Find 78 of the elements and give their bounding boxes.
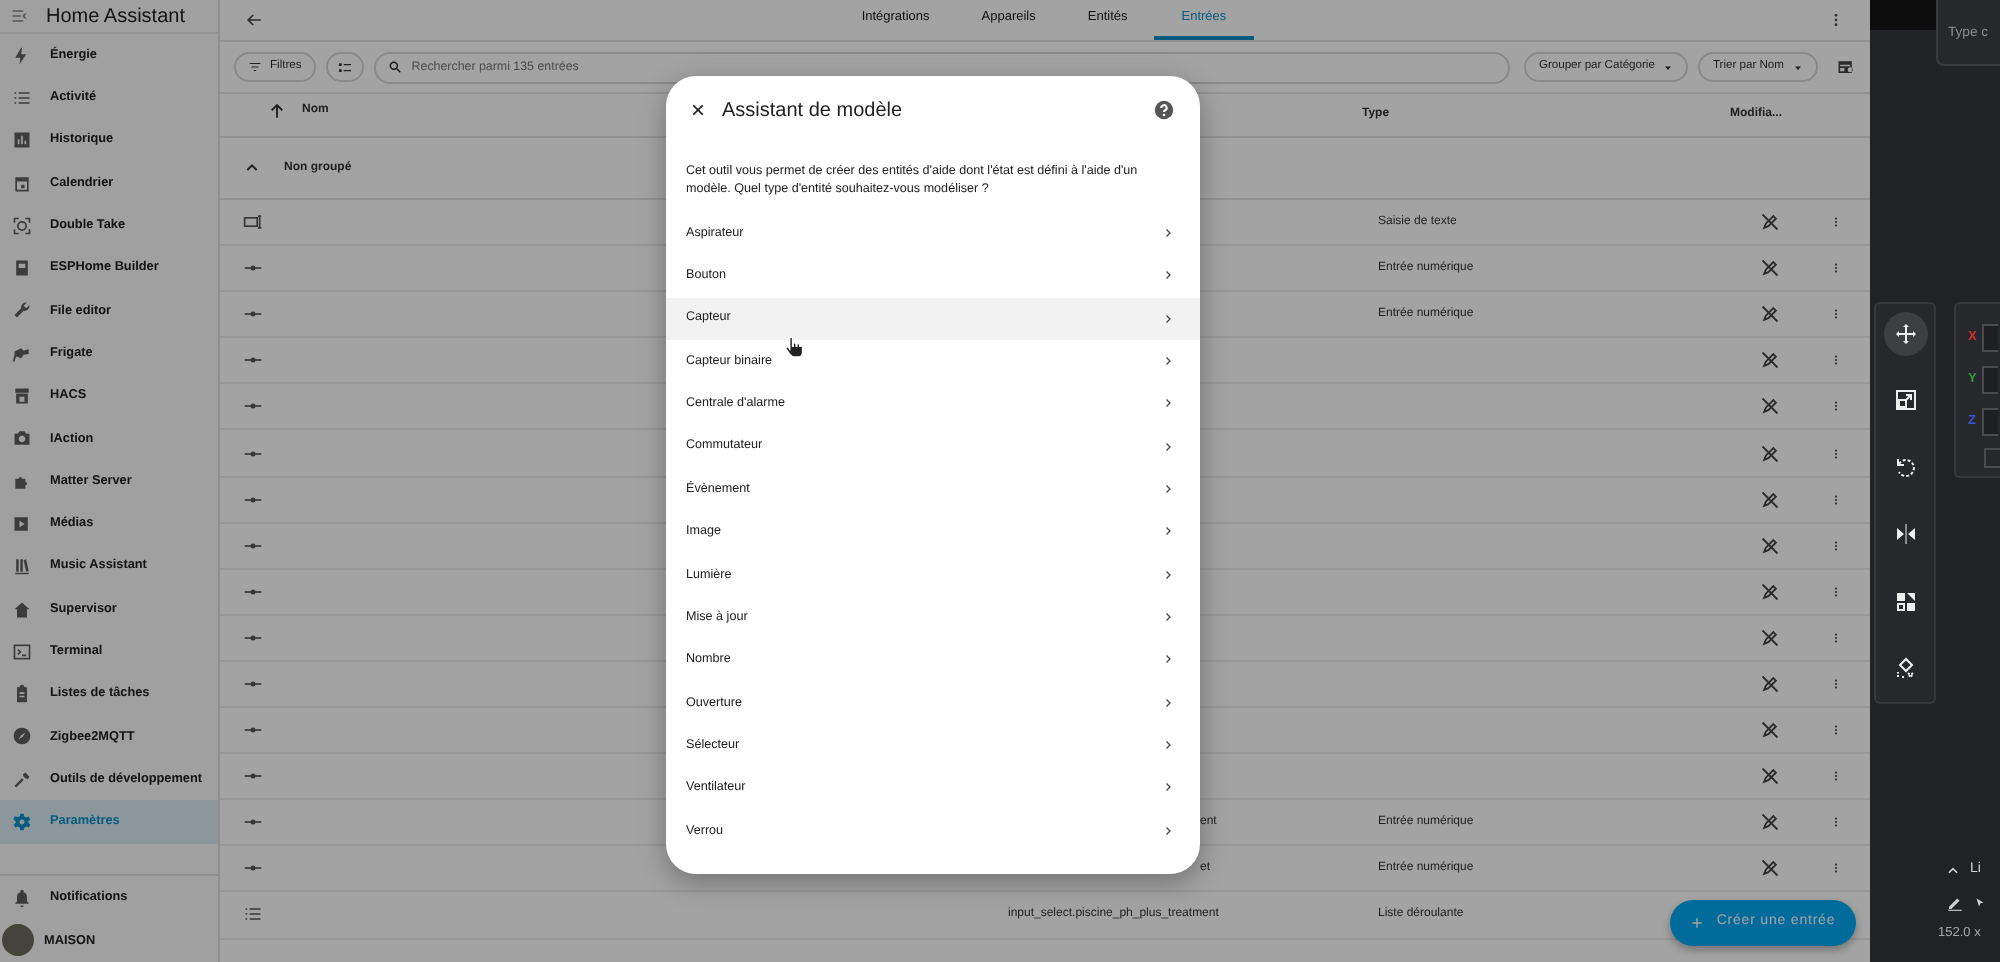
search-icon [387,60,402,74]
help-icon[interactable] [1154,100,1174,120]
close-icon[interactable] [690,102,706,118]
bell-icon [12,888,32,909]
chip-icon [12,258,32,279]
hand-cursor-icon [784,336,804,359]
house-icon [12,599,32,619]
table-settings-icon[interactable] [1836,57,1856,77]
chevron-right-icon [1162,695,1174,710]
pencil-off-icon [1760,858,1780,879]
chevron-right-icon [1162,396,1174,411]
puzzle-icon [12,471,32,492]
menu-icon[interactable] [10,6,30,26]
resize-icon [1893,388,1917,413]
mirror-icon [1893,522,1917,547]
library-icon [12,556,32,577]
chevron-right-icon [1162,354,1174,369]
title-bar [1870,0,1936,30]
lightning-icon [12,45,32,66]
caret-icon [1662,61,1675,73]
list-icon [12,87,32,108]
pencil-off-icon [1760,766,1780,787]
chart-icon [12,130,32,151]
terminal-icon [12,641,32,662]
calendar-icon [12,173,32,194]
selection-mode-icon[interactable] [335,59,354,75]
pencil-off-icon [1760,304,1780,325]
hammer-icon [12,769,32,790]
chevron-right-icon [1162,652,1174,667]
pencil-off-icon [1760,212,1780,233]
wrench-icon [12,300,32,321]
grid-icon [1893,589,1917,614]
pencil-off-icon [1760,350,1780,371]
pencil-off-icon [1760,673,1780,694]
pointer-icon[interactable] [1974,893,1986,911]
chevron-right-icon [1162,268,1174,283]
store-icon [12,386,32,407]
chevron-right-icon [1162,524,1174,539]
chevron-right-icon [1162,311,1174,326]
back-arrow-icon[interactable] [244,10,264,30]
tool-button[interactable] [1883,312,1927,356]
pencil-off-icon [1760,581,1780,602]
avatar [2,924,34,957]
scan-icon [12,215,32,236]
chevron-right-icon [1162,780,1174,795]
chevron-up-icon[interactable] [244,160,260,176]
pencil-off-icon [1760,258,1780,279]
pencil-off-icon [1760,443,1780,464]
chevron-up-icon[interactable] [1946,863,1960,878]
pencil-icon[interactable] [1946,893,1964,911]
pencil-off-icon [1760,812,1780,833]
pencil-off-icon [1760,489,1780,510]
chevron-right-icon [1162,738,1174,753]
pencil-off-icon [1760,396,1780,417]
app-title: Home Assistant [46,3,185,31]
chevron-right-icon [1162,567,1174,582]
clipboard-icon [12,684,32,705]
gear-icon [12,811,32,832]
media-icon [12,513,32,534]
chevron-right-icon [1162,482,1174,497]
shape-icon [1893,655,1917,680]
filter-icon [248,60,262,74]
chevron-right-icon [1162,823,1174,838]
rotate-icon [1893,455,1917,480]
caret-icon [1792,61,1804,73]
pencil-off-icon [1760,627,1780,648]
compass-icon [12,726,32,747]
coordinate-field[interactable] [1982,323,1999,351]
coordinate-field[interactable] [1982,365,1999,393]
chevron-right-icon [1162,610,1174,625]
chevron-right-icon [1162,439,1174,454]
chevron-right-icon [1162,225,1174,240]
dialog-title: Assistant de modèle [722,97,905,125]
coordinate-field[interactable] [1981,407,1998,435]
move-icon [1893,322,1917,346]
plus-icon [1690,916,1705,930]
pencil-off-icon [1760,720,1780,741]
pencil-off-icon [1760,535,1780,556]
